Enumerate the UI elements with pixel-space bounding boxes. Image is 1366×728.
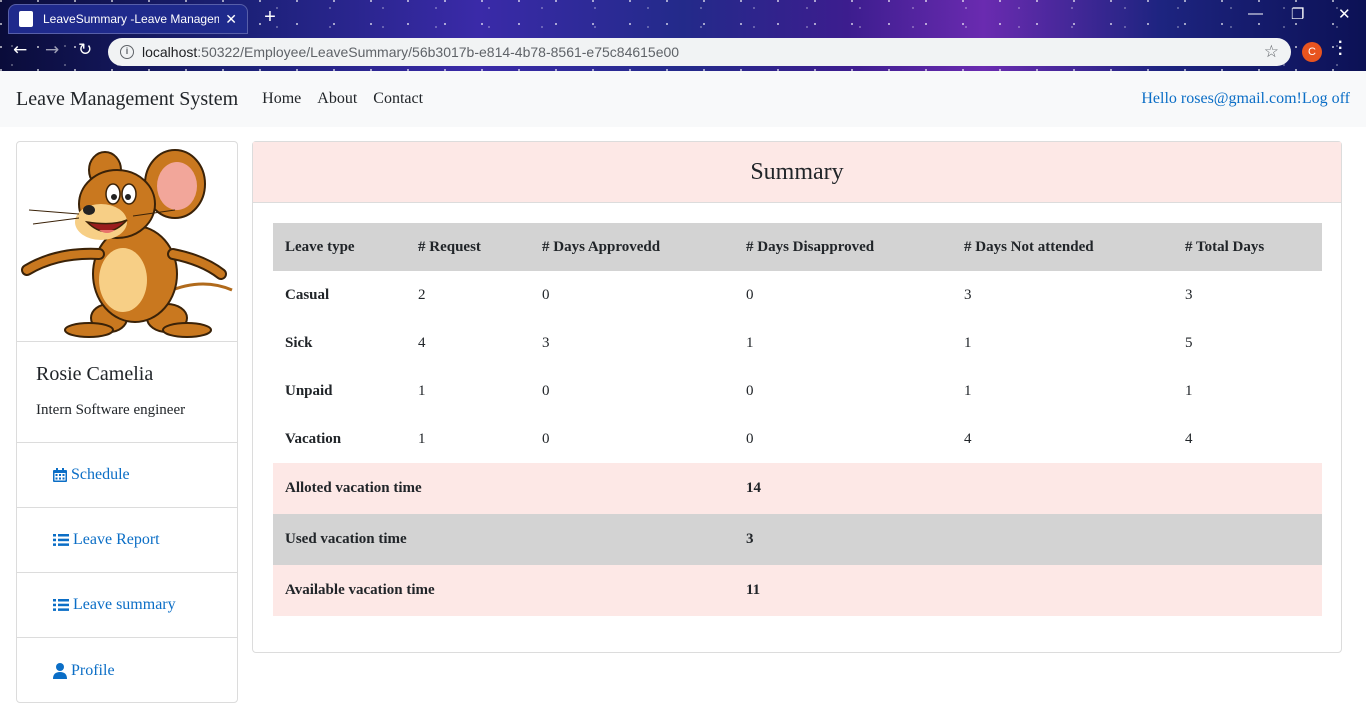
forward-icon[interactable]: → xyxy=(45,40,59,60)
column-header: # Days Approvedd xyxy=(542,238,661,255)
table-cell: 3 xyxy=(542,334,550,351)
sidebar-item-leave-report[interactable]: Leave Report xyxy=(17,508,237,573)
minimize-icon[interactable]: — xyxy=(1248,5,1263,22)
table-row: Unpaid 1 0 0 1 1 xyxy=(273,367,1322,415)
summary-value: 11 xyxy=(746,582,761,598)
calendar-icon xyxy=(53,468,67,482)
reload-icon[interactable]: ↻ xyxy=(78,40,92,60)
profile-sidebar: Rosie Camelia Intern Software engineer S… xyxy=(16,141,238,703)
tab-title: LeaveSummary -Leave Management System xyxy=(43,12,220,26)
table-cell: 0 xyxy=(746,286,754,303)
column-header: # Total Days xyxy=(1185,238,1265,255)
table-row: Vacation 1 0 0 4 4 xyxy=(273,415,1322,463)
user-icon xyxy=(53,662,67,679)
sidebar-item-label: Leave Report xyxy=(73,531,160,548)
table-cell: 3 xyxy=(964,286,972,303)
brand-link[interactable]: Leave Management System xyxy=(16,88,238,111)
table-cell: 1 xyxy=(418,382,426,399)
table-cell: 1 xyxy=(746,334,754,351)
sidebar-item-profile[interactable]: Profile xyxy=(17,638,237,702)
table-cell: 1 xyxy=(418,430,426,447)
table-cell: 0 xyxy=(542,286,550,303)
profile-title: Intern Software engineer xyxy=(36,402,186,418)
summary-title: Summary xyxy=(253,142,1341,203)
profile-photo xyxy=(17,142,237,342)
bookmark-star-icon[interactable]: ☆ xyxy=(1264,42,1279,62)
browser-tab[interactable]: LeaveSummary -Leave Management System ✕ xyxy=(8,4,248,34)
column-header: # Days Not attended xyxy=(964,238,1094,255)
site-navbar: Leave Management System Home About Conta… xyxy=(0,71,1366,127)
table-cell: Unpaid xyxy=(285,382,333,399)
close-icon[interactable]: ✕ xyxy=(225,11,237,28)
table-cell: Vacation xyxy=(285,430,342,447)
profile-avatar[interactable]: C xyxy=(1302,42,1322,62)
column-header: # Days Disapproved xyxy=(746,238,875,255)
sidebar-item-label: Profile xyxy=(71,661,115,679)
summary-value: 3 xyxy=(746,531,754,547)
nav-about[interactable]: About xyxy=(317,90,357,108)
leave-summary-table: Leave type # Request # Days Approvedd # … xyxy=(273,223,1322,616)
back-icon[interactable]: ← xyxy=(13,40,27,60)
profile-name: Rosie Camelia xyxy=(36,363,154,385)
url-path: :50322/Employee/LeaveSummary/56b3017b-e8… xyxy=(197,44,680,60)
column-header: Leave type xyxy=(285,238,355,255)
sidebar-item-label: Schedule xyxy=(71,466,130,483)
list-icon xyxy=(53,599,69,611)
nav-contact[interactable]: Contact xyxy=(373,90,423,108)
alloted-vacation-row: Alloted vacation time 14 xyxy=(273,463,1322,514)
available-vacation-row: Available vacation time 11 xyxy=(273,565,1322,616)
new-tab-button[interactable]: + xyxy=(258,7,282,29)
table-cell: 4 xyxy=(964,430,972,447)
table-cell: 1 xyxy=(1185,382,1193,399)
summary-label: Used vacation time xyxy=(285,531,407,547)
logoff-link[interactable]: Log off xyxy=(1302,90,1350,107)
table-cell: 0 xyxy=(746,430,754,447)
table-header-row: Leave type # Request # Days Approvedd # … xyxy=(273,223,1322,271)
table-cell: 1 xyxy=(964,334,972,351)
summary-card: Summary Leave type # Request # Days Appr… xyxy=(252,141,1342,653)
sidebar-item-leave-summary[interactable]: Leave summary xyxy=(17,573,237,638)
table-cell: 4 xyxy=(418,334,426,351)
sidebar-item-schedule[interactable]: Schedule xyxy=(17,443,237,508)
table-row: Sick 4 3 1 1 5 xyxy=(273,319,1322,367)
url-host: localhost xyxy=(142,44,198,60)
sidebar-item-label: Leave summary xyxy=(73,596,176,613)
used-vacation-row: Used vacation time 3 xyxy=(273,514,1322,565)
table-cell: 0 xyxy=(542,382,550,399)
list-icon xyxy=(53,534,69,546)
column-header: # Request xyxy=(418,238,481,255)
table-cell: 3 xyxy=(1185,286,1193,303)
info-icon[interactable]: i xyxy=(120,45,134,59)
greeting-link[interactable]: Hello roses@gmail.com! xyxy=(1141,90,1301,107)
table-cell: Casual xyxy=(285,286,330,303)
summary-label: Available vacation time xyxy=(285,582,435,598)
page-icon xyxy=(19,11,33,27)
summary-label: Alloted vacation time xyxy=(285,480,422,496)
address-bar[interactable]: i localhost:50322/Employee/LeaveSummary/… xyxy=(108,38,1291,66)
close-window-icon[interactable]: ✕ xyxy=(1338,5,1351,23)
summary-value: 14 xyxy=(746,480,761,496)
browser-menu-icon[interactable]: · · · xyxy=(1338,35,1343,63)
table-cell: Sick xyxy=(285,334,313,351)
user-area: Hello roses@gmail.com!Log off xyxy=(1141,90,1350,108)
table-cell: 0 xyxy=(746,382,754,399)
nav-home[interactable]: Home xyxy=(262,90,301,108)
table-cell: 1 xyxy=(964,382,972,399)
sidebar-menu: Schedule Leave Report Leave summary Prof… xyxy=(17,442,237,702)
table-cell: 4 xyxy=(1185,430,1193,447)
table-row: Casual 2 0 0 3 3 xyxy=(273,271,1322,319)
restore-icon[interactable]: ❐ xyxy=(1291,5,1304,23)
browser-chrome: LeaveSummary -Leave Management System ✕ … xyxy=(0,0,1366,71)
table-cell: 2 xyxy=(418,286,426,303)
table-cell: 0 xyxy=(542,430,550,447)
table-cell: 5 xyxy=(1185,334,1193,351)
